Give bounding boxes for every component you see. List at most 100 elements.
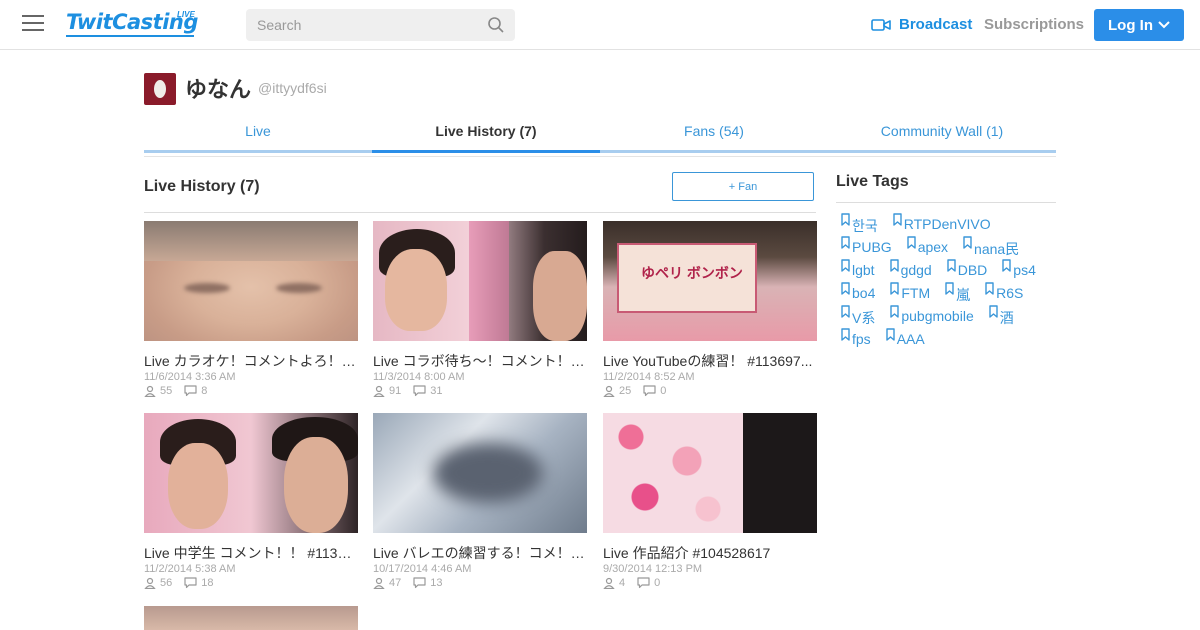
menu-icon[interactable]	[22, 15, 44, 35]
tag-link[interactable]: gdgd	[889, 258, 932, 278]
viewer-count: 55	[160, 385, 173, 397]
card-date: 11/6/2014 3:36 AM	[144, 371, 236, 383]
login-label: Log In	[1108, 16, 1153, 34]
viewer-count: 25	[619, 385, 632, 397]
tab-fans[interactable]: Fans (54)	[600, 117, 828, 153]
history-card[interactable]: Live 中学生 コメント！！ #113687788 11/2/2014 5:3…	[144, 413, 358, 589]
tag-link[interactable]: R6S	[984, 281, 1023, 301]
subscriptions-link[interactable]: Subscriptions	[984, 16, 1084, 33]
comment-count: 0	[654, 577, 661, 589]
tag-link[interactable]: lgbt	[840, 258, 875, 278]
tag-label: 한국	[852, 218, 878, 234]
tag-list: 한국 RTPDenVIVO PUBG apex nana民 lgbt gdgd DBD ps4 b…	[840, 212, 1060, 350]
tag-link[interactable]: V系	[840, 304, 875, 328]
bookmark-icon	[841, 236, 850, 249]
card-title[interactable]: Live 作品紹介 #104528617	[603, 543, 817, 561]
bookmark-icon	[841, 259, 850, 272]
card-date: 9/30/2014 12:13 PM	[603, 563, 703, 575]
viewer-icon	[603, 577, 615, 589]
tag-label: R6S	[996, 285, 1024, 301]
viewer-count: 56	[160, 577, 173, 589]
thumbnail[interactable]	[144, 413, 358, 533]
card-stats: 47 13	[373, 577, 587, 589]
comment-icon	[413, 577, 426, 589]
tag-link[interactable]: PUBG	[840, 235, 892, 255]
search-icon[interactable]	[487, 16, 505, 34]
tag-link[interactable]: bo4	[840, 281, 875, 301]
broadcast-label: Broadcast	[899, 16, 973, 33]
history-card[interactable]: Live コラボ待ち〜！コメント！ #113509780 11/3/2014 8…	[373, 221, 587, 397]
bookmark-icon	[841, 305, 850, 318]
comment-icon	[413, 385, 426, 397]
tag-link[interactable]: ps4	[1001, 258, 1036, 278]
card-title[interactable]: Live 中学生 コメント！！ #113687788	[144, 543, 358, 561]
tab-live-history[interactable]: Live History (7)	[372, 117, 600, 153]
tag-label: 嵐	[956, 287, 971, 303]
profile-tabs: Live Live History (7) Fans (54) Communit…	[144, 117, 1056, 153]
tag-link[interactable]: apex	[906, 235, 948, 255]
tag-link[interactable]: 한국	[840, 212, 878, 236]
tag-link[interactable]: AAA	[885, 327, 925, 347]
tags-divider	[836, 202, 1056, 203]
tag-link[interactable]: RTPDenVIVO	[892, 212, 991, 232]
history-card[interactable]: Live 作品紹介 #104528617 9/30/2014 12:13 PM …	[603, 413, 817, 589]
card-title[interactable]: Live カラオケ！コメントよろ！ #113744541	[144, 351, 358, 369]
tab-community-wall[interactable]: Community Wall (1)	[828, 117, 1056, 153]
card-title[interactable]: Live YouTubeの練習！ #113697...	[603, 351, 817, 369]
bookmark-icon	[893, 213, 902, 226]
card-date: 10/17/2014 4:46 AM	[373, 563, 472, 575]
viewer-icon	[373, 577, 385, 589]
section-divider	[144, 212, 816, 213]
tag-link[interactable]: 嵐	[944, 281, 970, 305]
search-input[interactable]	[246, 9, 476, 41]
history-card[interactable]: Live カラオケ！コメントよろ！ #113744541 11/6/2014 3…	[144, 221, 358, 397]
tag-link[interactable]: 酒	[988, 304, 1014, 328]
tag-label: lgbt	[852, 262, 875, 278]
history-card[interactable]	[144, 606, 358, 630]
bookmark-icon	[889, 259, 899, 272]
thumbnail[interactable]: ゆペリ ボンボン	[603, 221, 817, 341]
avatar[interactable]	[144, 73, 176, 105]
card-stats: 25 0	[603, 385, 817, 397]
broadcast-link[interactable]: Broadcast	[871, 16, 972, 33]
tag-label: FTM	[901, 285, 931, 301]
section-title: Live History (7)	[144, 178, 260, 195]
thumbnail-board-text: ゆペリ ボンボン	[641, 265, 743, 281]
thumbnail[interactable]	[373, 221, 587, 341]
tag-label: pubgmobile	[901, 308, 974, 324]
history-card[interactable]: Live バレエの練習する！コメ！ #110598812 10/17/2014 …	[373, 413, 587, 589]
tag-link[interactable]: DBD	[946, 258, 988, 278]
tag-link[interactable]: FTM	[889, 281, 930, 301]
profile-name: ゆなん	[185, 77, 252, 102]
card-stats: 56 18	[144, 577, 358, 589]
viewer-count: 47	[389, 577, 402, 589]
thumbnail[interactable]	[373, 413, 587, 533]
comment-count: 18	[201, 577, 214, 589]
tab-live[interactable]: Live	[144, 117, 372, 153]
login-button[interactable]: Log In	[1094, 9, 1184, 41]
tag-link[interactable]: fps	[840, 327, 871, 347]
tag-label: gdgd	[900, 262, 932, 278]
tag-label: DBD	[957, 262, 988, 278]
comment-icon	[184, 385, 197, 397]
tag-link[interactable]: nana民	[962, 235, 1019, 259]
add-fan-button[interactable]: + Fan	[672, 172, 814, 201]
logo-live-badge: LIVE	[177, 10, 195, 19]
bookmark-icon	[841, 328, 850, 341]
card-stats: 55 8	[144, 385, 358, 397]
tag-link[interactable]: pubgmobile	[889, 304, 974, 324]
viewer-icon	[144, 385, 156, 397]
tag-row: PUBG apex nana民	[840, 235, 1060, 258]
tag-label: AAA	[896, 331, 925, 347]
tag-label: 酒	[999, 310, 1014, 326]
thumbnail[interactable]	[144, 606, 358, 630]
card-title[interactable]: Live バレエの練習する！コメ！ #110598812	[373, 543, 587, 561]
bookmark-icon	[885, 328, 895, 341]
tag-row: fps AAA	[840, 327, 1060, 350]
history-card[interactable]: ゆペリ ボンボン Live YouTubeの練習！ #113697... 11/…	[603, 221, 817, 397]
bookmark-icon	[985, 282, 994, 295]
comment-count: 13	[430, 577, 443, 589]
card-title[interactable]: Live コラボ待ち〜！コメント！ #113509780	[373, 351, 587, 369]
thumbnail[interactable]	[144, 221, 358, 341]
thumbnail[interactable]	[603, 413, 817, 533]
